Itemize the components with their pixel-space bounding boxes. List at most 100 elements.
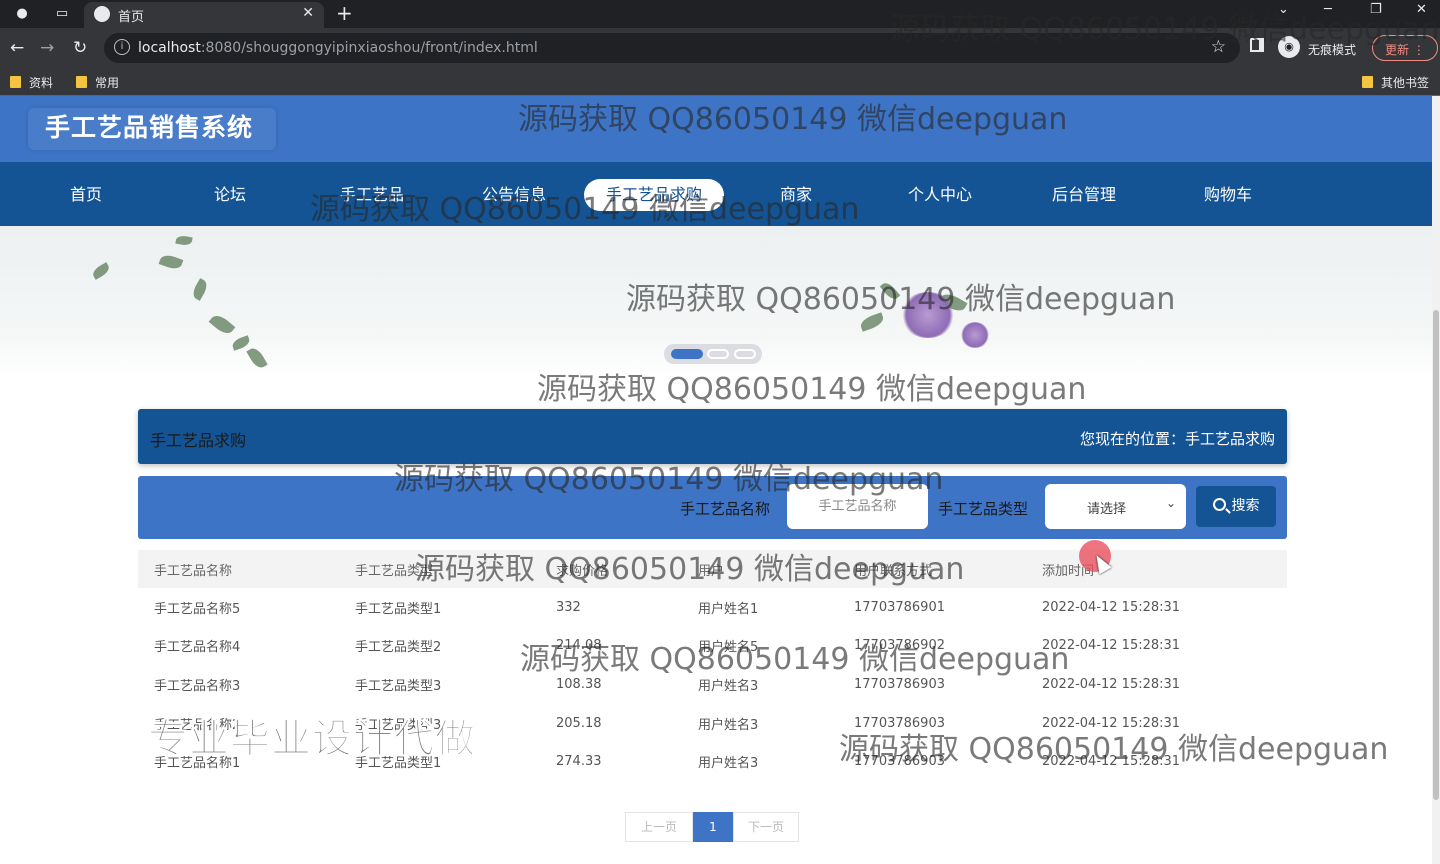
cell-contact: 17703786903 (854, 754, 945, 770)
prev-page-button[interactable]: 上一页 (625, 812, 693, 842)
cell-type: 手工艺品类型2 (355, 640, 442, 656)
cell-contact: 17703786901 (854, 599, 945, 615)
type-filter-label: 手工艺品类型 (938, 500, 1029, 518)
search-button-label: 搜索 (1231, 498, 1260, 514)
cell-name: 手工艺品名称4 (154, 640, 241, 656)
new-tab-button[interactable]: + (336, 1, 353, 25)
name-filter-label: 手工艺品名称 (680, 500, 771, 518)
col-header-contact: 用户联系方式 (854, 563, 933, 579)
banner-leaf (175, 234, 193, 247)
table-row[interactable]: 手工艺品名称3 手工艺品类型3 108.38 用户姓名3 17703786903… (138, 665, 1287, 704)
type-select[interactable]: 请选择 ⌄ (1045, 484, 1186, 529)
search-bar: 手工艺品名称 手工艺品类型 请选择 ⌄ 搜索 (138, 476, 1287, 539)
omnibox[interactable]: i localhost:8080/shouggongyipinxiaoshou/… (104, 33, 1240, 63)
cell-contact: 17703786903 (854, 715, 945, 731)
cell-time: 2022-04-12 15:28:31 (1042, 638, 1181, 654)
tab-search-icon[interactable]: ▭ (52, 4, 72, 24)
other-bookmarks-label: 其他书签 (1381, 76, 1430, 90)
next-page-button[interactable]: 下一页 (733, 812, 799, 842)
nav-home[interactable]: 首页 (16, 179, 156, 211)
carousel-dot-active[interactable] (671, 349, 703, 359)
bookmark-folder-changyong[interactable]: 常用 (76, 74, 119, 91)
browser-tab[interactable]: 首页 ✕ (84, 2, 324, 28)
globe-icon (94, 6, 110, 22)
banner-leaf (858, 312, 886, 332)
url-path: :8080/shouggongyipinxiaoshou/front/index… (200, 40, 538, 56)
carousel-dot[interactable] (707, 349, 729, 359)
nav-announcements[interactable]: 公告信息 (444, 179, 584, 211)
cell-user: 用户姓名5 (698, 640, 759, 656)
close-window-icon[interactable]: ✕ (1416, 2, 1427, 17)
banner-leaf (208, 311, 236, 338)
nav-forum[interactable]: 论坛 (160, 179, 300, 211)
scrollbar-thumb[interactable] (1433, 310, 1439, 800)
nav-personal-center[interactable]: 个人中心 (870, 179, 1010, 211)
incognito-icon[interactable]: ◉ (1278, 36, 1300, 58)
bookmarks-bar: 资料 常用 其他书签 (0, 68, 1440, 96)
banner-leaf (879, 280, 901, 302)
bookmark-label: 常用 (95, 76, 120, 90)
tab-title: 首页 (118, 10, 145, 25)
breadcrumb: 您现在的位置：手工艺品求购 (1079, 430, 1275, 448)
restore-icon[interactable]: ❐ (1370, 2, 1382, 17)
page-scrollbar[interactable] (1432, 96, 1440, 864)
cell-time: 2022-04-12 15:28:31 (1042, 676, 1181, 692)
pagination: 上一页 1 下一页 (625, 812, 799, 842)
search-button[interactable]: 搜索 (1196, 486, 1276, 527)
forward-icon[interactable]: → (40, 38, 54, 58)
table-header-row: 手工艺品名称 手工艺品类型 求购价格 用户 用户联系方式 添加时间 (138, 550, 1287, 588)
cell-name: 手工艺品名称3 (154, 678, 241, 694)
cell-time: 2022-04-12 15:28:31 (1042, 754, 1181, 770)
cell-type: 手工艺品类型3 (355, 678, 442, 694)
update-button[interactable]: 更新 ⋮ (1372, 35, 1438, 61)
site-info-icon[interactable]: i (114, 39, 130, 55)
url-text[interactable]: localhost:8080/shouggongyipinxiaoshou/fr… (138, 40, 538, 56)
minimize-icon[interactable]: ─ (1324, 2, 1332, 17)
nav-craft-requests[interactable]: 手工艺品求购 (584, 179, 724, 211)
cell-price: 205.18 (556, 715, 602, 731)
site-title[interactable]: 手工艺品销售系统 (28, 108, 276, 150)
back-icon[interactable]: ← (10, 38, 24, 58)
name-search-input[interactable] (787, 484, 928, 529)
nav-crafts[interactable]: 手工艺品 (302, 179, 442, 211)
folder-icon (1362, 76, 1373, 88)
side-panel-icon[interactable] (1250, 38, 1264, 52)
bookmark-star-icon[interactable]: ☆ (1211, 37, 1226, 57)
reload-icon[interactable]: ↻ (73, 38, 87, 58)
update-label: 更新 (1385, 43, 1410, 57)
col-header-type: 手工艺品类型 (355, 563, 434, 579)
banner-leaf (230, 335, 252, 351)
banner-flower (900, 292, 956, 338)
cell-time: 2022-04-12 15:28:31 (1042, 715, 1181, 731)
banner-leaf (90, 262, 112, 280)
url-host: localhost (138, 40, 201, 56)
bookmark-label: 资料 (29, 76, 54, 90)
carousel-dot[interactable] (734, 349, 756, 359)
col-header-price: 求购价格 (556, 563, 609, 579)
banner-flower (960, 322, 990, 348)
search-icon (1212, 498, 1226, 511)
type-select-value: 请选择 (1087, 502, 1127, 517)
table-row[interactable]: 手工艺品名称5 手工艺品类型1 332 用户姓名1 17703786901 20… (138, 588, 1287, 627)
nav-merchants[interactable]: 商家 (726, 179, 866, 211)
nav-cart[interactable]: 购物车 (1158, 179, 1298, 211)
cell-contact: 17703786903 (854, 676, 945, 692)
page-1-button[interactable]: 1 (693, 812, 733, 842)
close-tab-icon[interactable]: ✕ (302, 5, 314, 21)
location-bar: 手工艺品求购 您现在的位置：手工艺品求购 (138, 409, 1287, 464)
incognito-label: 无痕模式 (1308, 43, 1357, 57)
browser-menu-icon[interactable]: ● (12, 4, 32, 24)
cell-type: 手工艺品类型1 (355, 601, 442, 617)
bookmark-folder-ziliao[interactable]: 资料 (10, 74, 53, 91)
table-row[interactable]: 手工艺品名称4 手工艺品类型2 214.08 用户姓名5 17703786902… (138, 627, 1287, 666)
main-nav: 首页 论坛 手工艺品 公告信息 手工艺品求购 商家 个人中心 后台管理 购物车 (0, 162, 1440, 226)
tab-list-icon[interactable]: ⌄ (1278, 2, 1289, 17)
cell-user: 用户姓名3 (698, 717, 759, 733)
col-header-user: 用户 (698, 563, 725, 579)
nav-admin[interactable]: 后台管理 (1014, 179, 1154, 211)
cell-user: 用户姓名3 (698, 756, 759, 772)
col-header-time: 添加时间 (1042, 563, 1095, 579)
other-bookmarks[interactable]: 其他书签 (1362, 74, 1429, 91)
chevron-down-icon: ⌄ (1165, 496, 1176, 510)
cell-user: 用户姓名3 (698, 678, 759, 694)
